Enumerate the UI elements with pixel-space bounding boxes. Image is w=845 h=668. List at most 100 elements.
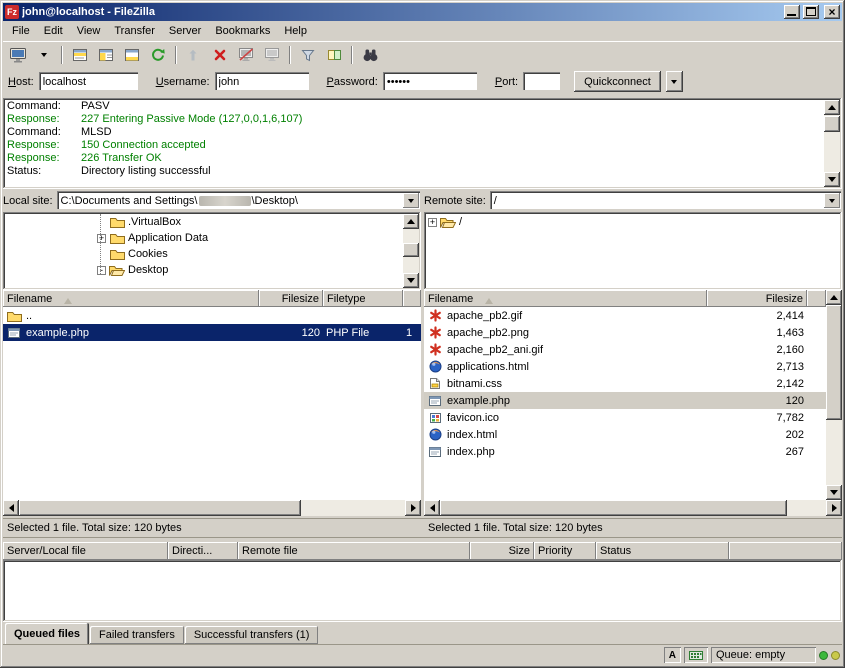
title-bar[interactable]: Fz john@localhost - FileZilla × [3, 3, 842, 21]
menu-server[interactable]: Server [162, 22, 208, 40]
find-icon[interactable] [358, 44, 382, 66]
column-header-remote-file[interactable]: Remote file [238, 542, 470, 560]
expand-icon[interactable]: + [428, 218, 437, 227]
tab-queued-files[interactable]: Queued files [5, 623, 89, 644]
host-input[interactable] [39, 72, 139, 91]
arrow-right-icon [832, 504, 837, 512]
remote-file-row-example-php[interactable]: example.php120 [424, 392, 826, 409]
scroll-up-button[interactable] [824, 100, 840, 115]
log-scrollbar[interactable] [824, 100, 840, 187]
menu-edit[interactable]: Edit [37, 22, 70, 40]
cancel-icon[interactable] [208, 44, 232, 66]
expand-icon[interactable]: + [97, 234, 106, 243]
scroll-track[interactable] [19, 500, 405, 516]
remote-list-hscrollbar[interactable] [424, 500, 842, 516]
remote-file-row-bitnami-css[interactable]: bitnami.css2,142 [424, 375, 826, 392]
toggle-queue-icon[interactable] [120, 44, 144, 66]
scroll-thumb[interactable] [19, 500, 301, 516]
close-button[interactable]: × [824, 5, 840, 19]
scroll-left-button[interactable] [3, 500, 19, 516]
column-header-status[interactable]: Status [596, 542, 729, 560]
menu-bookmarks[interactable]: Bookmarks [208, 22, 277, 40]
compare-icon[interactable] [322, 44, 346, 66]
quickconnect-button[interactable]: Quickconnect [574, 71, 661, 92]
remote-file-row-apache-pb2-ani-gif[interactable]: apache_pb2_ani.gif2,160 [424, 341, 826, 358]
remote-site-combobox[interactable]: / [490, 191, 842, 210]
minimize-button[interactable] [784, 5, 800, 19]
scroll-thumb[interactable] [826, 305, 842, 420]
scroll-left-button[interactable] [424, 500, 440, 516]
sort-ascending-icon [64, 294, 72, 304]
tree-item-virtualbox[interactable]: .VirtualBox [5, 214, 403, 230]
menu-help[interactable]: Help [277, 22, 314, 40]
port-input[interactable] [523, 72, 561, 91]
password-input[interactable] [383, 72, 478, 91]
scroll-right-button[interactable] [405, 500, 421, 516]
scroll-thumb[interactable] [403, 243, 419, 257]
scroll-track[interactable] [824, 115, 840, 172]
toolbar-separator [351, 46, 353, 64]
column-header-priority[interactable]: Priority [534, 542, 596, 560]
site-manager-dropdown-icon[interactable] [32, 44, 56, 66]
scroll-down-button[interactable] [826, 485, 842, 500]
scroll-track[interactable] [826, 305, 842, 485]
scroll-thumb[interactable] [824, 116, 840, 132]
local-tree-scrollbar[interactable] [403, 214, 419, 288]
menu-file[interactable]: File [5, 22, 37, 40]
scroll-thumb[interactable] [440, 500, 787, 516]
column-header-filetype[interactable]: Filetype [323, 290, 403, 307]
local-site-combobox[interactable]: C:\Documents and Settings\\Desktop\ [57, 191, 421, 210]
scroll-up-button[interactable] [403, 214, 419, 229]
remote-file-row-apache-pb2-gif[interactable]: apache_pb2.gif2,414 [424, 307, 826, 324]
site-manager-icon[interactable] [6, 44, 30, 66]
queue-list[interactable] [3, 560, 842, 622]
collapse-icon[interactable]: - [97, 266, 106, 275]
scroll-track[interactable] [440, 500, 826, 516]
remote-file-row-index-php[interactable]: index.php267 [424, 443, 826, 460]
disconnect-icon[interactable] [234, 44, 258, 66]
local-site-dropdown-button[interactable] [403, 193, 419, 208]
remote-file-row-index-html[interactable]: index.html202 [424, 426, 826, 443]
username-input[interactable] [215, 72, 310, 91]
column-header-filename[interactable]: Filename [424, 290, 707, 307]
column-header-size[interactable]: Size [470, 542, 534, 560]
remote-list-scrollbar[interactable] [826, 290, 842, 500]
local-file-row-example-php[interactable]: example.php120PHP File1 [3, 324, 421, 341]
local-list-hscrollbar[interactable] [3, 500, 421, 516]
column-header-filesize[interactable]: Filesize [707, 290, 807, 307]
file-name: favicon.ico [447, 412, 499, 424]
menu-transfer[interactable]: Transfer [107, 22, 162, 40]
file-type: PHP File [323, 327, 403, 339]
maximize-button[interactable] [803, 5, 819, 19]
tab-successful-transfers-1[interactable]: Successful transfers (1) [185, 626, 319, 644]
tab-failed-transfers[interactable]: Failed transfers [90, 626, 184, 644]
process-queue-icon[interactable] [182, 44, 206, 66]
scroll-down-button[interactable] [824, 172, 840, 187]
tree-item-application-data[interactable]: +Application Data [5, 230, 403, 246]
column-label: Size [509, 545, 530, 557]
toggle-directory-trees-icon[interactable] [94, 44, 118, 66]
tree-item-desktop[interactable]: -Desktop [5, 262, 403, 278]
toggle-message-log-icon[interactable] [68, 44, 92, 66]
remote-site-dropdown-button[interactable] [824, 193, 840, 208]
column-header-filename[interactable]: Filename [3, 290, 259, 307]
quickconnect-dropdown-button[interactable] [666, 71, 683, 92]
refresh-icon[interactable] [146, 44, 170, 66]
remote-file-row-applications-html[interactable]: applications.html2,713 [424, 358, 826, 375]
tree-item-root[interactable]: +/ [426, 214, 824, 230]
menu-view[interactable]: View [70, 22, 108, 40]
remote-file-row-favicon-ico[interactable]: favicon.ico7,782 [424, 409, 826, 426]
reconnect-icon[interactable] [260, 44, 284, 66]
local-file-row-parent-directory[interactable]: .. [3, 307, 421, 324]
filter-icon[interactable] [296, 44, 320, 66]
scroll-up-button[interactable] [826, 290, 842, 305]
receive-led-icon [819, 651, 828, 660]
column-header-server-local-file[interactable]: Server/Local file [3, 542, 168, 560]
tree-item-cookies[interactable]: Cookies [5, 246, 403, 262]
scroll-track[interactable] [403, 229, 419, 273]
column-header-filesize[interactable]: Filesize [259, 290, 323, 307]
column-header-directi[interactable]: Directi... [168, 542, 238, 560]
remote-file-row-apache-pb2-png[interactable]: apache_pb2.png1,463 [424, 324, 826, 341]
scroll-down-button[interactable] [403, 273, 419, 288]
scroll-right-button[interactable] [826, 500, 842, 516]
